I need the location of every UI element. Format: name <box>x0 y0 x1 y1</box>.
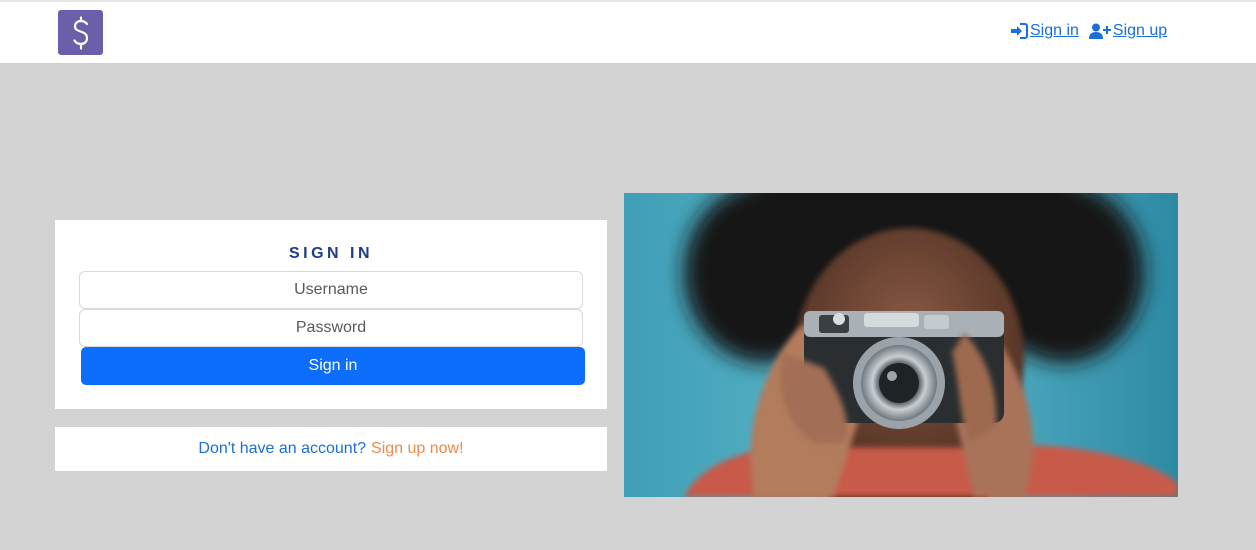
sign-in-icon <box>1011 23 1028 39</box>
nav-links: Sign in Sign up <box>1010 22 1167 40</box>
signup-prompt-card: Don't have an account? Sign up now! <box>55 427 607 471</box>
signup-prompt-text: Don't have an account? <box>198 440 367 457</box>
user-plus-icon <box>1088 23 1111 39</box>
brand-logo[interactable] <box>58 10 103 55</box>
password-input[interactable] <box>79 309 583 347</box>
camera-photo <box>624 193 1178 497</box>
dollar-icon <box>72 15 88 50</box>
nav-signin-label: Sign in <box>1030 22 1079 39</box>
signin-button[interactable]: Sign in <box>81 347 585 385</box>
signup-now-link[interactable]: Sign up now! <box>371 440 464 458</box>
navbar: Sign in Sign up <box>0 2 1256 64</box>
signin-card: SIGN IN Sign in <box>55 220 607 409</box>
username-input[interactable] <box>79 271 583 309</box>
hero-image <box>624 193 1178 497</box>
signin-title: SIGN IN <box>288 245 374 262</box>
nav-signup-label: Sign up <box>1112 22 1168 39</box>
nav-signup-link[interactable]: Sign up <box>1088 22 1168 40</box>
nav-signin-link[interactable]: Sign in <box>1010 22 1079 40</box>
